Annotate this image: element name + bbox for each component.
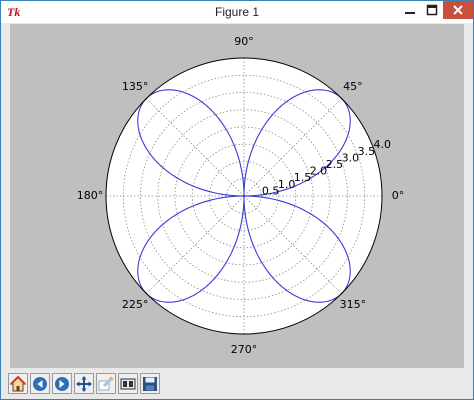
radial-tick-label-0: 0.5 xyxy=(262,184,280,197)
forward-button[interactable] xyxy=(52,373,72,394)
figure-canvas[interactable]: 0° 45° 90° 135° 180° 225° 270° 315° 0.5 1.0 1.5 2.0… xyxy=(10,24,464,368)
angle-tick-label-7: 315° xyxy=(340,298,367,311)
angle-tick-label-2: 90° xyxy=(234,35,254,48)
subplots-button[interactable] xyxy=(118,373,138,394)
close-button[interactable] xyxy=(443,1,473,19)
angle-tick-label-1: 45° xyxy=(343,80,363,93)
close-icon xyxy=(453,5,463,15)
radial-tick-label-3: 2.0 xyxy=(310,165,328,178)
figure-window: Tk Figure 1 0° 45° 90° 135° 180° 225° 270° 315°… xyxy=(0,0,474,400)
radial-tick-label-7: 4.0 xyxy=(374,138,392,151)
pan-icon xyxy=(76,375,92,392)
save-icon xyxy=(143,376,157,391)
zoom-button[interactable] xyxy=(96,373,116,394)
radial-tick-label-1: 1.0 xyxy=(278,178,296,191)
back-button[interactable] xyxy=(30,373,50,394)
title-bar[interactable]: Tk Figure 1 xyxy=(1,1,473,23)
maximize-icon xyxy=(426,4,438,16)
pan-button[interactable] xyxy=(74,373,94,394)
angle-tick-label-5: 225° xyxy=(122,298,149,311)
angle-tick-label-3: 135° xyxy=(122,80,149,93)
home-button[interactable] xyxy=(8,373,28,394)
angle-tick-label-4: 180° xyxy=(77,189,104,202)
angle-tick-label-6: 270° xyxy=(231,343,258,356)
minimize-icon xyxy=(405,12,415,14)
radial-tick-label-6: 3.5 xyxy=(358,145,376,158)
home-icon xyxy=(10,375,26,391)
zoom-icon xyxy=(98,375,114,390)
forward-icon xyxy=(55,376,69,391)
polar-plot: 0° 45° 90° 135° 180° 225° 270° 315° 0.51.01.52.0… xyxy=(77,35,405,356)
angle-tick-label-0: 0° xyxy=(392,189,405,202)
radial-tick-label-5: 3.0 xyxy=(342,151,360,164)
maximize-button[interactable] xyxy=(421,1,443,19)
minimize-button[interactable] xyxy=(399,1,421,19)
save-button[interactable] xyxy=(140,373,160,394)
back-icon xyxy=(33,376,47,391)
radial-tick-label-2: 1.5 xyxy=(294,171,312,184)
subplots-icon xyxy=(120,378,136,389)
navigation-toolbar xyxy=(1,370,473,399)
radial-tick-label-4: 2.5 xyxy=(326,158,344,171)
